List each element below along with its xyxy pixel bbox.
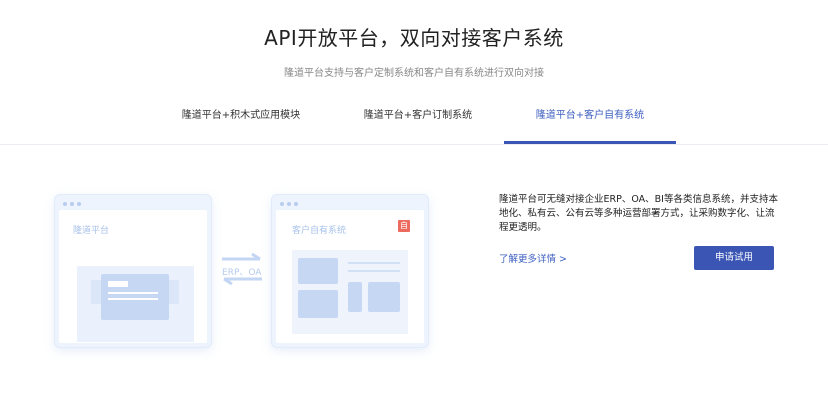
platform-window-label: 隆道平台 [73,226,110,236]
customer-system-window-illustration: 客户自有系统 自 [271,194,429,348]
active-tab-underline [504,141,676,144]
panel-block [348,282,362,312]
customer-panel [292,250,408,334]
tabs-divider [0,144,828,145]
window-body: 隆道平台 [59,210,207,343]
platform-window-illustration: 隆道平台 [54,194,212,348]
learn-more-link[interactable]: 了解更多详情 > [499,251,567,265]
window-dot-icon [63,202,67,206]
window-dot-icon [70,202,74,206]
exchange-label: ERP、OA [222,268,262,278]
window-dot-icon [280,202,284,206]
window-dot-icon [77,202,81,206]
tab-building-block-modules[interactable]: 隆道平台+积木式应用模块 [155,106,327,121]
window-body: 客户自有系统 自 [276,210,424,343]
tab-own-system[interactable]: 隆道平台+客户自有系统 [504,106,676,121]
card-header-bar [108,281,128,287]
platform-panel [77,266,194,342]
page-title: API开放平台，双向对接客户系统 [264,26,564,50]
panel-block [298,258,338,284]
panel-line [348,262,400,264]
panel-card [101,274,169,320]
panel-block [298,290,338,318]
panel-block [368,282,400,312]
page-subtitle: 隆道平台支持与客户定制系统和客户自有系统进行双向对接 [284,68,544,79]
integration-description: 隆道平台可无缝对接企业ERP、OA、BI等各类信息系统，并支持本地化、私有云、公… [499,194,778,233]
tab-custom-system[interactable]: 隆道平台+客户订制系统 [332,106,504,121]
card-line [108,298,158,300]
customer-window-label: 客户自有系统 [292,226,347,236]
window-dot-icon [287,202,291,206]
panel-line [348,270,400,272]
own-system-badge-icon: 自 [398,220,410,232]
apply-trial-button[interactable]: 申请试用 [694,246,774,270]
card-line [108,292,158,294]
window-dot-icon [294,202,298,206]
